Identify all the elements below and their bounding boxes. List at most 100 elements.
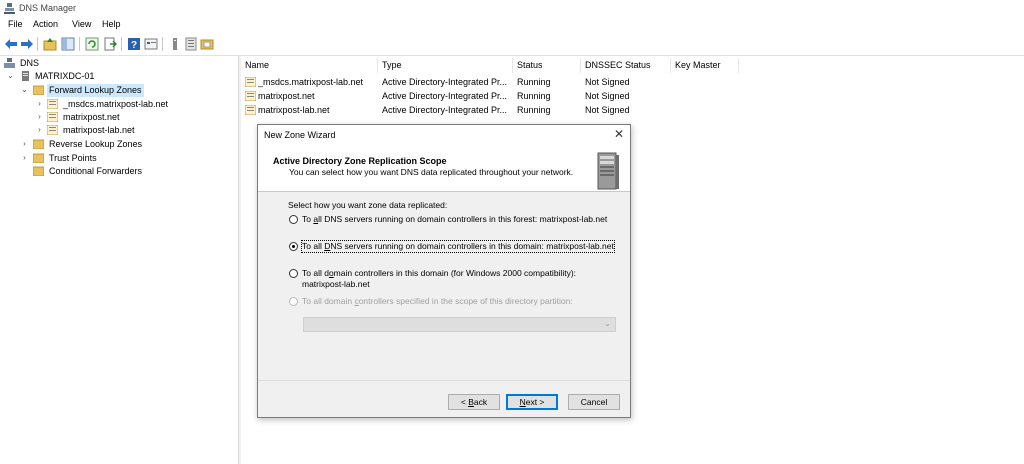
chevron-right-icon[interactable]: › — [35, 125, 44, 134]
tree-item-reverse-lookup-zones[interactable]: › Reverse Lookup Zones — [0, 138, 239, 151]
cell-dnssec: Not Signed — [585, 105, 630, 115]
next-button[interactable]: Next > — [506, 394, 558, 410]
zone-icon — [47, 112, 58, 122]
cell-dnssec: Not Signed — [585, 77, 630, 87]
refresh-icon[interactable] — [85, 37, 99, 51]
close-icon[interactable]: ✕ — [614, 127, 624, 141]
cell-name: matrixpost.net — [258, 91, 315, 101]
radio-button[interactable] — [289, 215, 298, 224]
zone-icon[interactable] — [168, 37, 182, 51]
radio-button[interactable] — [289, 242, 298, 251]
tree-item-dns[interactable]: DNS — [0, 57, 239, 70]
cell-name: _msdcs.matrixpost-lab.net — [258, 77, 364, 87]
replication-prompt: Select how you want zone data replicated… — [288, 200, 448, 210]
tree-label-conditional: Conditional Forwarders — [49, 166, 143, 176]
console-tree: DNS ⌄ MATRIXDC-01 ⌄ Forward Lookup Zones… — [0, 56, 239, 464]
tree-item-zone[interactable]: › _msdcs.matrixpost-lab.net — [0, 98, 239, 111]
title-bar: DNS Manager — [0, 0, 1024, 17]
folder-icon — [33, 153, 44, 163]
zone-icon — [245, 77, 256, 87]
table-row[interactable]: _msdcs.matrixpost-lab.net Active Directo… — [241, 75, 1024, 89]
tree-label-trust: Trust Points — [49, 153, 97, 163]
export-list-icon[interactable] — [103, 37, 117, 51]
chevron-down-icon[interactable]: ⌄ — [604, 319, 611, 328]
tree-label-dns: DNS — [20, 58, 40, 68]
up-folder-icon[interactable] — [43, 37, 57, 51]
zone-icon — [245, 105, 256, 115]
tree-item-forward-lookup-zones[interactable]: ⌄ Forward Lookup Zones — [0, 84, 239, 97]
radio-button[interactable] — [289, 269, 298, 278]
help-icon[interactable]: ? — [127, 37, 141, 51]
tree-item-trust-points[interactable]: › Trust Points — [0, 152, 239, 165]
folder-icon — [33, 85, 44, 95]
tree-item-zone[interactable]: › matrixpost.net — [0, 111, 239, 124]
partition-dropdown[interactable]: ⌄ — [303, 317, 616, 332]
chevron-right-icon[interactable]: › — [35, 112, 44, 121]
wizard-subheading: You can select how you want DNS data rep… — [289, 167, 574, 177]
menu-help[interactable]: Help — [102, 19, 121, 29]
folder-icon[interactable] — [200, 37, 214, 51]
list-header: Name Type Status DNSSEC Status Key Maste… — [241, 58, 1024, 73]
menu-action[interactable]: Action — [33, 19, 58, 29]
forward-arrow-icon[interactable] — [20, 37, 34, 51]
properties-icon[interactable] — [144, 37, 158, 51]
cell-type: Active Directory-Integrated Pr... — [382, 77, 508, 87]
dns-root-icon — [4, 58, 15, 68]
radio-button[interactable] — [289, 297, 298, 306]
column-header-status[interactable]: Status — [513, 58, 581, 73]
tree-item-conditional-forwarders[interactable]: Conditional Forwarders — [0, 165, 239, 178]
tree-label-forward: Forward Lookup Zones — [47, 84, 144, 97]
show-tree-icon[interactable] — [61, 37, 75, 51]
server-tower-icon — [597, 152, 619, 190]
zone-icon — [47, 125, 58, 135]
cell-status: Running — [517, 105, 551, 115]
host-record-icon[interactable] — [184, 37, 198, 51]
menu-view[interactable]: View — [72, 19, 91, 29]
folder-icon — [33, 139, 44, 149]
tree-label-zone: matrixpost.net — [63, 112, 120, 122]
wizard-footer: < Back Next > Cancel — [258, 380, 630, 417]
cell-type: Active Directory-Integrated Pr... — [382, 105, 508, 115]
tree-label-server: MATRIXDC-01 — [35, 71, 95, 81]
column-header-name[interactable]: Name — [241, 58, 378, 73]
window-title: DNS Manager — [19, 3, 77, 13]
cancel-button[interactable]: Cancel — [568, 394, 620, 410]
folder-icon — [33, 166, 44, 176]
chevron-right-icon[interactable]: › — [20, 153, 29, 162]
tree-label-zone: _msdcs.matrixpost-lab.net — [63, 99, 169, 109]
dialog-title: New Zone Wizard — [264, 130, 336, 140]
menu-file[interactable]: File — [8, 19, 23, 29]
tree-item-zone[interactable]: › matrixpost-lab.net — [0, 124, 239, 137]
radio-label: To all DNS servers running on domain con… — [302, 214, 608, 224]
table-row[interactable]: matrixpost-lab.net Active Directory-Inte… — [241, 103, 1024, 117]
radio-label: To all DNS servers running on domain con… — [301, 240, 615, 253]
new-zone-wizard-dialog: New Zone Wizard ✕ Active Directory Zone … — [257, 124, 631, 418]
tree-item-server[interactable]: ⌄ MATRIXDC-01 — [0, 70, 239, 83]
wizard-body: Select how you want zone data replicated… — [258, 192, 630, 380]
cell-dnssec: Not Signed — [585, 91, 630, 101]
wizard-heading: Active Directory Zone Replication Scope — [273, 156, 447, 166]
chevron-right-icon[interactable]: › — [20, 139, 29, 148]
server-icon — [22, 71, 29, 81]
cell-type: Active Directory-Integrated Pr... — [382, 91, 508, 101]
column-header-dnssec[interactable]: DNSSEC Status — [581, 58, 671, 73]
dns-manager-icon — [4, 3, 15, 14]
chevron-down-icon[interactable]: ⌄ — [6, 71, 15, 80]
back-button[interactable]: < Back — [448, 394, 500, 410]
tree-label-reverse: Reverse Lookup Zones — [49, 139, 143, 149]
toolbar: ? — [0, 32, 1024, 56]
chevron-down-icon[interactable]: ⌄ — [20, 85, 29, 94]
table-row[interactable]: matrixpost.net Active Directory-Integrat… — [241, 89, 1024, 103]
svg-text:?: ? — [131, 40, 137, 51]
tree-label-zone: matrixpost-lab.net — [63, 125, 135, 135]
back-arrow-icon[interactable] — [4, 37, 18, 51]
cell-name: matrixpost-lab.net — [258, 105, 330, 115]
column-header-type[interactable]: Type — [378, 58, 513, 73]
cell-status: Running — [517, 91, 551, 101]
chevron-right-icon[interactable]: › — [35, 99, 44, 108]
zone-icon — [47, 99, 58, 109]
cell-status: Running — [517, 77, 551, 87]
column-header-key-master[interactable]: Key Master — [671, 58, 739, 73]
wizard-header: Active Directory Zone Replication Scope … — [258, 148, 630, 192]
zone-icon — [245, 91, 256, 101]
